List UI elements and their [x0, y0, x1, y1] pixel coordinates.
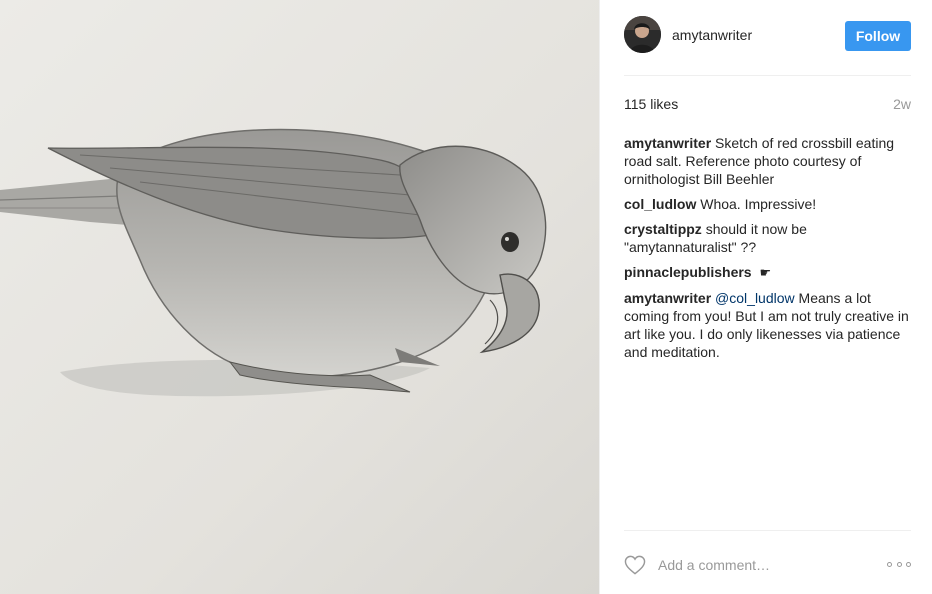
- add-comment-input[interactable]: [658, 553, 868, 577]
- ellipsis-icon[interactable]: [887, 557, 911, 571]
- comment-item: amytanwriter @col_ludlow Means a lot com…: [624, 289, 914, 361]
- post-author-username[interactable]: amytanwriter: [672, 27, 752, 43]
- comment-username[interactable]: amytanwriter: [624, 135, 711, 151]
- dot: [896, 561, 902, 567]
- comment-item: crystaltippz should it now be "amytannat…: [624, 220, 914, 256]
- comment-username[interactable]: col_ludlow: [624, 196, 696, 212]
- pointing-hand-icon: ☛: [759, 265, 772, 280]
- comment-username[interactable]: pinnaclepublishers: [624, 264, 752, 280]
- likes-count[interactable]: 115 likes: [624, 96, 678, 112]
- post-image[interactable]: [0, 0, 599, 594]
- avatar[interactable]: [624, 16, 661, 53]
- post-time[interactable]: 2w: [893, 96, 911, 112]
- post-header: amytanwriter Follow: [624, 16, 911, 76]
- comment-username[interactable]: crystaltippz: [624, 221, 702, 237]
- dot: [906, 561, 911, 567]
- dot: [887, 561, 892, 567]
- comment-item: pinnaclepublishers ☛: [624, 263, 914, 282]
- comment-username[interactable]: amytanwriter: [624, 290, 711, 306]
- comment-item: col_ludlow Whoa. Impressive!: [624, 195, 914, 213]
- comment-item: amytanwriter Sketch of red crossbill eat…: [624, 134, 914, 188]
- comment-list: amytanwriter Sketch of red crossbill eat…: [624, 134, 914, 368]
- follow-button[interactable]: Follow: [845, 21, 911, 51]
- avatar-image: [624, 16, 661, 53]
- comment-text: Whoa. Impressive!: [700, 196, 817, 212]
- post-meta: 115 likes 2w: [624, 96, 911, 116]
- bird-sketch: [0, 0, 599, 594]
- comment-mention[interactable]: @col_ludlow: [715, 290, 795, 306]
- post-footer: [624, 530, 911, 594]
- heart-outline-icon[interactable]: [624, 555, 646, 575]
- post-sidebar: amytanwriter Follow 115 likes 2w amytanw…: [599, 0, 932, 594]
